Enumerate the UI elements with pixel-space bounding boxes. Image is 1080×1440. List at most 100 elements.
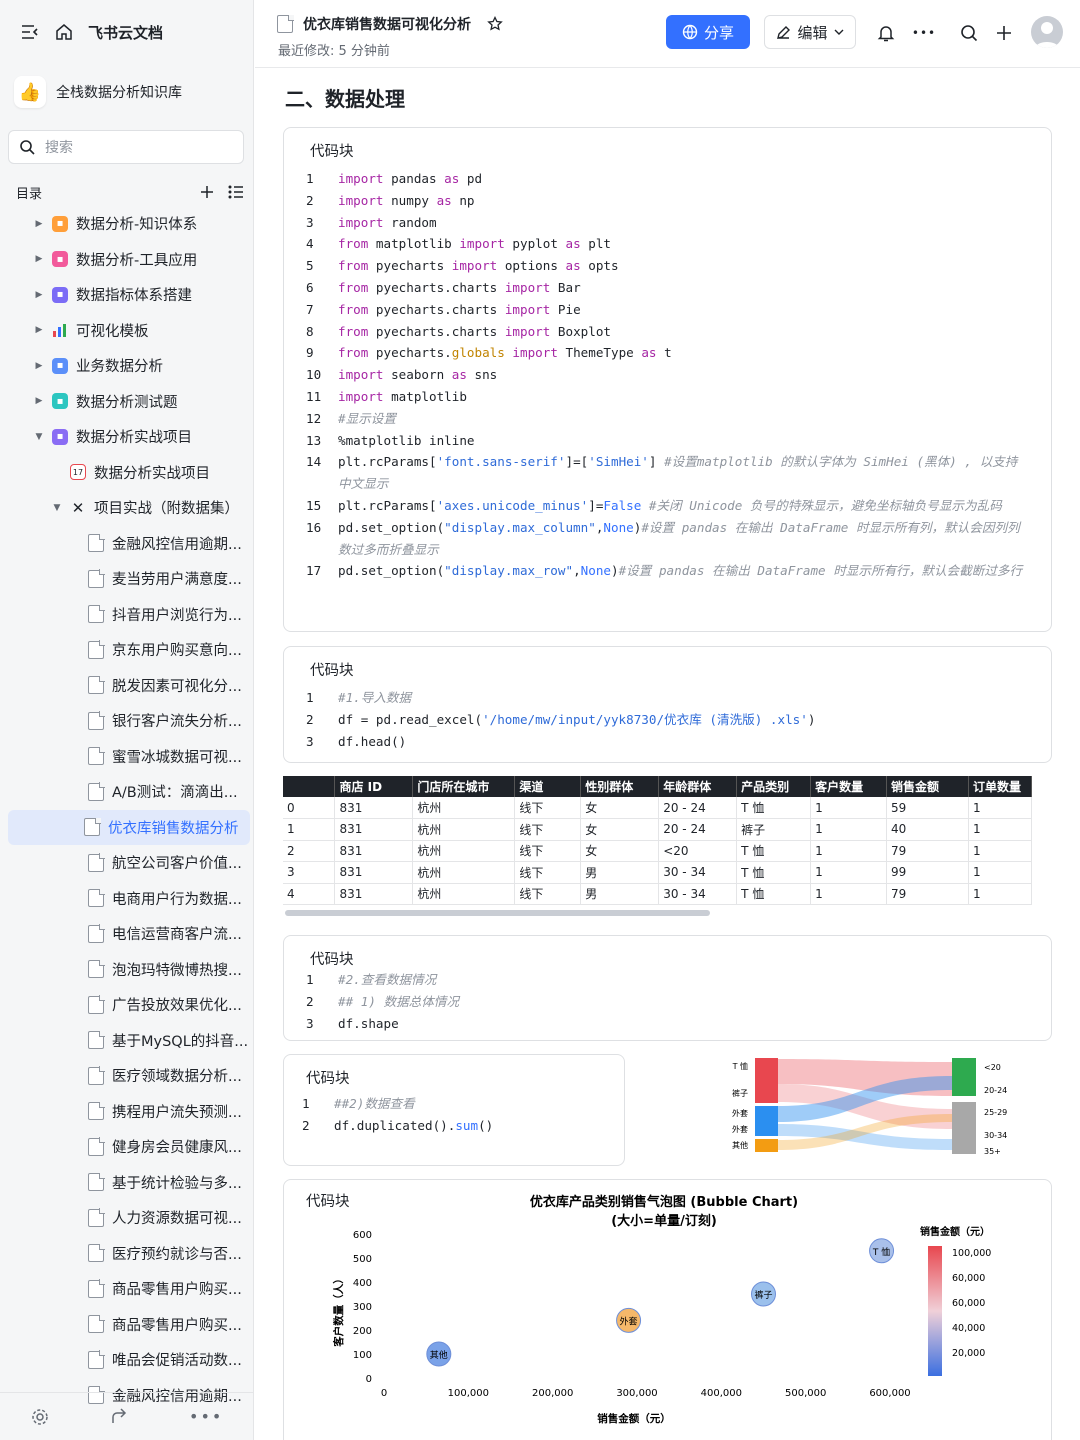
sidebar-item[interactable]: 蜜雪冰城数据可视...	[0, 739, 254, 775]
code-block-bubble-chart[interactable]: 代码块 优衣库产品类别销售气泡图 (Bubble Chart) (大小=单量/订刻…	[283, 1179, 1052, 1440]
column-header[interactable]: 销售金额	[886, 776, 969, 797]
sidebar-item[interactable]: 麦当劳用户满意度...	[0, 561, 254, 597]
column-header[interactable]: 渠道	[514, 776, 582, 797]
code-block-imports[interactable]: 代码块 1 import pandas as pd 2 import numpy as…	[283, 127, 1052, 632]
column-header[interactable]: 订单数量	[968, 776, 1033, 797]
caret-right-icon[interactable]: ▶	[34, 396, 44, 406]
table-cell: T 恤	[736, 883, 812, 905]
search-input[interactable]: 搜索	[8, 130, 244, 164]
code-block-load-data[interactable]: 代码块 1 #1.导入数据 2 df = pd.read_excel('/home/m…	[283, 646, 1052, 763]
share-out-icon[interactable]	[110, 1407, 128, 1426]
column-header[interactable]: 性别群体	[580, 776, 660, 797]
sidebar-item[interactable]: ▶ ▪ 业务数据分析	[0, 348, 254, 384]
sidebar-item[interactable]: 携程用户流失预测...	[0, 1094, 254, 1130]
sidebar-item[interactable]: 广告投放效果优化...	[0, 987, 254, 1023]
code-text: from pyecharts.charts import Bar	[338, 279, 581, 295]
caret-right-icon[interactable]: ▶	[34, 325, 44, 335]
sidebar-item[interactable]: 电信运营商客户流...	[0, 916, 254, 952]
sidebar-item[interactable]: 银行客户流失分析...	[0, 703, 254, 739]
column-header[interactable]: 年龄群体	[658, 776, 738, 797]
home-icon[interactable]	[54, 22, 74, 42]
sidebar-item[interactable]: ▼ ▪ 数据分析实战项目	[0, 419, 254, 455]
code-line: 6 from pyecharts.charts import Bar	[306, 277, 1028, 299]
sidebar-item[interactable]: 基于MySQL的抖音...	[0, 1023, 254, 1059]
column-header[interactable]	[283, 776, 336, 797]
caret-right-icon[interactable]: ▶	[34, 254, 44, 264]
star-icon[interactable]	[487, 16, 503, 32]
avatar[interactable]	[1031, 16, 1063, 48]
sidebar-item[interactable]: 健身房会员健康风...	[0, 1129, 254, 1165]
sidebar-item[interactable]: ▶ ▪ 数据分析-工具应用	[0, 242, 254, 278]
add-icon[interactable]	[200, 185, 214, 199]
table-cell: 1	[968, 861, 1033, 884]
sidebar-item[interactable]: ▶ 可视化模板	[0, 313, 254, 349]
sidebar-item[interactable]: 抖音用户浏览行为...	[0, 597, 254, 633]
colorbar	[928, 1246, 942, 1376]
settings-icon[interactable]	[31, 1408, 49, 1426]
document-icon	[88, 569, 105, 588]
table-row[interactable]: 1 831 杭州 线下女 20 - 24 裤子 1 40 1	[283, 818, 1033, 841]
sidebar-item[interactable]: 17 数据分析实战项目	[0, 455, 254, 491]
edit-button[interactable]: 编辑	[764, 15, 856, 49]
sidebar-item[interactable]: 商品零售用户购买...	[0, 1271, 254, 1307]
sidebar-item[interactable]: 人力资源数据可视...	[0, 1200, 254, 1236]
table-row[interactable]: 0 831 杭州 线下女 20 - 24 T 恤 1 59 1	[283, 797, 1033, 819]
table-row[interactable]: 2 831 杭州 线下女 <20 T 恤 1 79 1	[283, 840, 1033, 862]
sidebar-item[interactable]: 泡泡玛特微博热搜...	[0, 952, 254, 988]
column-header[interactable]: 产品类别	[736, 776, 812, 797]
sidebar-item[interactable]: 航空公司客户价值...	[0, 845, 254, 881]
column-header[interactable]: 门店所在城市	[412, 776, 516, 797]
sidebar-item[interactable]: ▶ ▪ 数据分析测试题	[0, 384, 254, 420]
sidebar-item-label: 可视化模板	[76, 323, 149, 340]
sidebar-item[interactable]: ▶ ▪ 数据指标体系搭建	[0, 277, 254, 313]
caret-right-icon[interactable]: ▶	[34, 219, 44, 229]
column-header[interactable]: 客户数量	[810, 776, 888, 797]
bell-icon[interactable]	[875, 22, 897, 44]
caret-down-icon[interactable]: ▼	[52, 503, 62, 513]
sidebar-item[interactable]: 电商用户行为数据...	[0, 881, 254, 917]
sidebar-item[interactable]: A/B测试：滴滴出...	[0, 774, 254, 810]
sidebar-item[interactable]: 优衣库销售数据分析	[8, 809, 250, 845]
code-block-shape[interactable]: 代码块 1 #2.查看数据情况 2 ## 1) 数据总体情况 3 df.shape	[283, 935, 1052, 1041]
sidebar-item[interactable]: 脱发因素可视化分...	[0, 668, 254, 704]
sidebar-item[interactable]: ▶ ▪ 数据分析-知识体系	[0, 206, 254, 242]
caret-down-icon[interactable]: ▼	[34, 432, 44, 442]
table-scrollbar[interactable]	[285, 910, 710, 916]
table-cell: 99	[886, 861, 969, 884]
sidebar-item-label: A/B测试：滴滴出...	[112, 785, 238, 802]
sidebar-item[interactable]: 医疗领域数据分析...	[0, 1058, 254, 1094]
table-cell: 女	[580, 840, 660, 862]
more-options-icon[interactable]: •••	[189, 1407, 223, 1426]
sidebar-item[interactable]: 医疗预约就诊与否...	[0, 1236, 254, 1272]
code-text: df.duplicated().sum()	[334, 1117, 494, 1133]
code-text: import pandas as pd	[338, 171, 483, 186]
code-line: 2 ## 1) 数据总体情况	[306, 991, 1028, 1013]
table-cell: 3	[283, 861, 336, 884]
sidebar-item[interactable]: ▼ ✕ 项目实战（附数据集）	[0, 490, 254, 526]
bubble-label: 外套	[620, 1315, 638, 1327]
doc-title[interactable]: 优衣库销售数据可视化分析	[303, 14, 471, 34]
list-view-icon[interactable]	[228, 185, 244, 199]
sankey-node	[952, 1102, 976, 1154]
column-header[interactable]: 商店 ID	[334, 776, 414, 797]
sidebar-item[interactable]: 京东用户购买意向...	[0, 632, 254, 668]
document-icon	[88, 782, 105, 801]
sidebar-item[interactable]: 金融风控信用逾期...	[0, 526, 254, 562]
caret-right-icon[interactable]: ▶	[34, 290, 44, 300]
code-text: pd.set_option("display.max_row",None)#设置…	[338, 563, 1023, 579]
more-icon[interactable]: •••	[912, 22, 935, 44]
share-button[interactable]: 分享	[666, 15, 750, 49]
sidebar-item[interactable]: 基于统计检验与多...	[0, 1165, 254, 1201]
table-row[interactable]: 3 831 杭州 线下男 30 - 34 T 恤 1 99 1	[283, 861, 1033, 884]
sidebar-item[interactable]: 唯品会促销活动数...	[0, 1342, 254, 1378]
search-icon[interactable]	[958, 22, 980, 44]
code-block-duplicated[interactable]: 代码块 1 ##2)数据查看 2 df.duplicated().sum()	[283, 1054, 625, 1166]
knowledge-base-header[interactable]: 👍 全栈数据分析知识库	[14, 76, 182, 108]
menu-collapse-icon[interactable]	[20, 22, 40, 42]
app-brand[interactable]: 飞书云文档	[88, 22, 163, 43]
caret-right-icon[interactable]: ▶	[34, 361, 44, 371]
edit-label: 编辑	[797, 23, 828, 42]
plus-icon[interactable]	[993, 22, 1015, 44]
table-row[interactable]: 4 831 杭州 线下男 30 - 34 T 恤 1 79 1	[283, 883, 1033, 905]
sidebar-item[interactable]: 商品零售用户购买...	[0, 1307, 254, 1343]
